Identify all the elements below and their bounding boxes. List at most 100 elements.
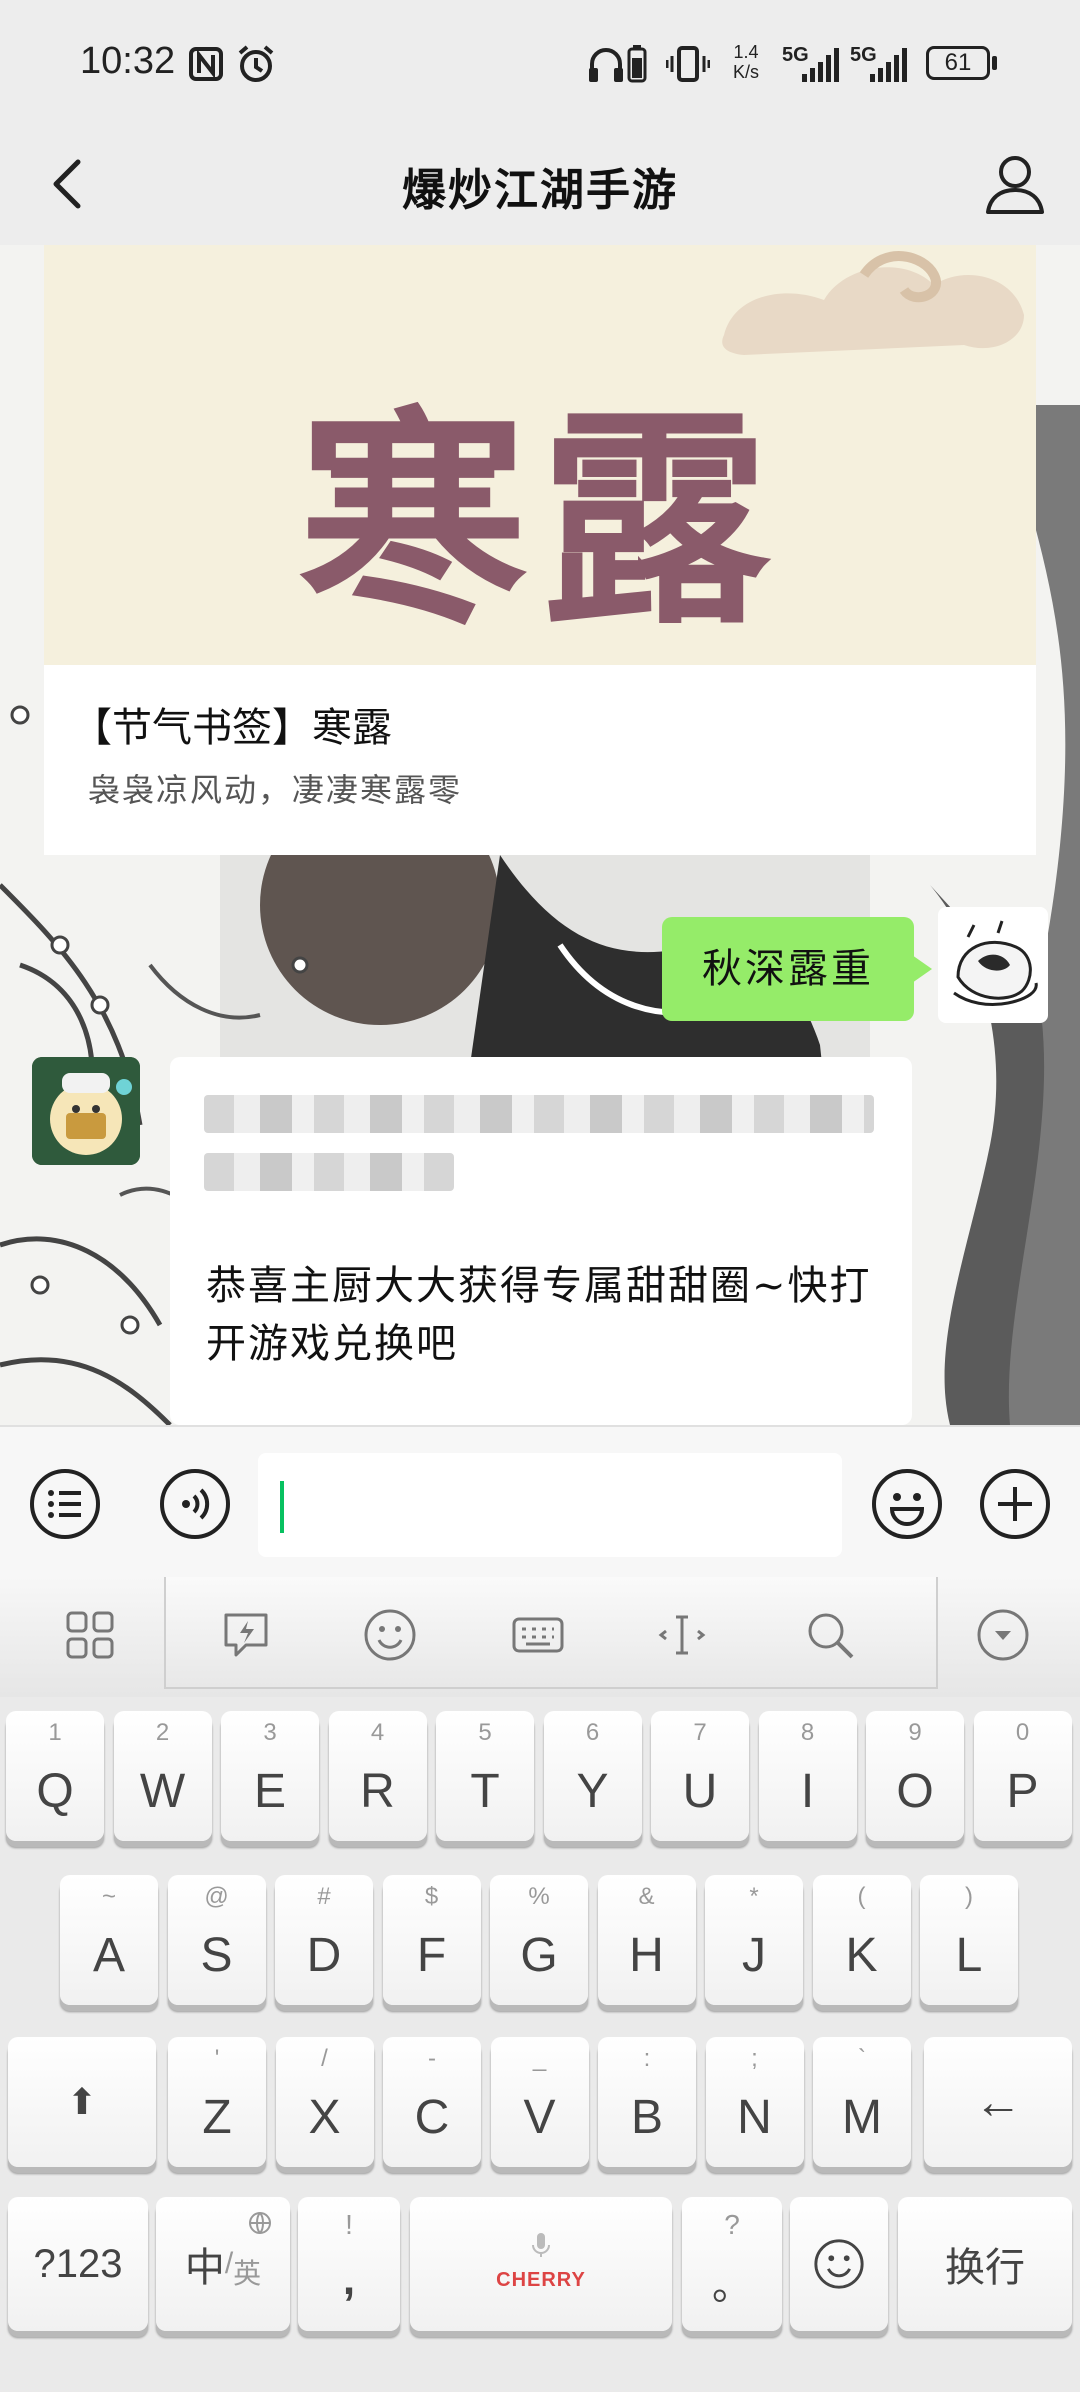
voice-icon[interactable] [158, 1467, 232, 1541]
key-sub-label: 1 [48, 1719, 62, 1746]
keyboard: 1Q2W3E4R5T6Y7U8I9O0P ~ A @ S # D $ F% G & H * J(K) L … [0, 1697, 1080, 2392]
key-e[interactable]: 3E [221, 1711, 319, 1841]
key-t[interactable]: 5T [436, 1711, 534, 1841]
key-sub-label: ` [858, 2045, 866, 2072]
key-h[interactable]: & H [597, 1875, 696, 2005]
bot-message-bubble[interactable]: 恭喜主厨大大获得专属甜甜圈~快打开游戏兑换吧 [170, 1057, 912, 1425]
article-card[interactable]: 寒露 【节气书签】寒露 袅袅凉风动，凄凄寒露零 [44, 245, 1036, 855]
key-y[interactable]: 6Y [543, 1711, 642, 1841]
chef-avatar-illustration [32, 1057, 140, 1165]
signal-1-icon [802, 48, 839, 82]
search-icon[interactable] [802, 1607, 858, 1663]
network-speed-unit: K/s [732, 62, 759, 82]
key-sub-label: 7 [693, 1719, 707, 1746]
language-switch-key[interactable]: 中 / 英 [156, 2197, 290, 2331]
key-s[interactable]: @ S [167, 1875, 266, 2005]
nfc-icon [189, 47, 223, 81]
backspace-key-label: ← [974, 2075, 1022, 2129]
emoji-icon[interactable] [362, 1607, 418, 1663]
key-sub-label: ' [214, 2045, 220, 2072]
key-n[interactable]: ; N [705, 2037, 804, 2167]
key-f[interactable]: $ F [382, 1875, 481, 2005]
apps-grid-icon[interactable] [62, 1607, 118, 1663]
key-main-label: J [742, 1929, 766, 1982]
enter-key[interactable]: 换行 [898, 2197, 1072, 2331]
key-sub-label: @ [204, 1883, 229, 1910]
my-avatar[interactable] [938, 907, 1048, 1023]
key-main-label: L [955, 1929, 983, 1982]
key-a[interactable]: ~ A [60, 1875, 158, 2005]
key-sub-label: : [643, 2045, 651, 2072]
key-sub-label: ) [965, 1883, 973, 1910]
key-main-label: F [416, 1929, 447, 1982]
key-o[interactable]: 9O [866, 1711, 964, 1841]
key-u[interactable]: 7U [651, 1711, 749, 1841]
key-main-label: C [414, 2091, 450, 2144]
key-sub-label: 3 [263, 1719, 277, 1746]
alarm-icon [238, 45, 274, 82]
period-key[interactable]: ? 。 [682, 2197, 782, 2331]
period-key-sub: ? [724, 2209, 740, 2240]
article-banner-text: 寒露 [297, 386, 782, 656]
battery-tip [992, 56, 997, 70]
comma-key[interactable]: ! , [298, 2197, 400, 2331]
key-main-label: U [682, 1765, 718, 1818]
key-sub-label: _ [532, 2045, 547, 2072]
person-icon[interactable] [980, 150, 1050, 220]
key-sub-label: - [428, 2045, 436, 2072]
shift-key[interactable]: ⬆ [8, 2037, 156, 2167]
key-d[interactable]: # D [275, 1875, 373, 2005]
cursor-icon[interactable] [654, 1607, 710, 1663]
plus-icon[interactable] [978, 1467, 1052, 1541]
key-l[interactable]: ) L [920, 1875, 1018, 2005]
key-q[interactable]: 1Q [6, 1711, 104, 1841]
key-c[interactable]: -C [383, 2037, 481, 2167]
message-input[interactable] [258, 1453, 842, 1557]
my-message-bubble[interactable]: 秋深露重 [662, 917, 932, 1021]
space-key-brand: CHERRY [496, 2269, 586, 2291]
key-x[interactable]: / X [275, 2037, 374, 2167]
key-sub-label: 8 [800, 1719, 815, 1746]
headphones-icon [589, 48, 623, 82]
key-m[interactable]: ` M [813, 2037, 911, 2167]
bot-avatar[interactable] [32, 1057, 140, 1165]
enter-key-label: 换行 [945, 2245, 1025, 2291]
backspace-key[interactable]: ← [924, 2037, 1072, 2167]
key-j[interactable]: * J [705, 1875, 803, 2005]
key-p[interactable]: 0P [973, 1711, 1072, 1841]
key-sub-label: ; [751, 2045, 758, 2072]
emoji-key[interactable] [790, 2197, 888, 2331]
key-k[interactable]: (K [812, 1875, 911, 2005]
keyboard-icon[interactable] [510, 1607, 566, 1663]
key-w[interactable]: 2W [113, 1711, 212, 1841]
key-v[interactable]: _ V [490, 2037, 589, 2167]
keyboard-toolbar [0, 1577, 1080, 1697]
space-key[interactable]: CHERRY [410, 2197, 672, 2331]
globe-icon [249, 2212, 271, 2234]
key-sub-label: 0 [1015, 1719, 1030, 1746]
key-r[interactable]: 4R [328, 1711, 427, 1841]
flash-icon[interactable] [218, 1607, 274, 1663]
key-i[interactable]: 8I [758, 1711, 857, 1841]
battery-icon: 61 [926, 46, 990, 80]
key-z[interactable]: ' Z [168, 2037, 266, 2167]
input-bar [0, 1425, 1080, 1579]
key-main-label: A [92, 1929, 125, 1982]
key-b[interactable]: :B [598, 2037, 696, 2167]
key-main-label: S [200, 1929, 233, 1982]
key-sub-label: 4 [370, 1719, 385, 1746]
key-sub-label: ~ [101, 1883, 116, 1910]
key-main-label: P [1006, 1765, 1039, 1818]
key-main-label: Q [36, 1765, 74, 1818]
smiley-icon[interactable] [870, 1467, 944, 1541]
collapse-icon[interactable] [975, 1607, 1031, 1663]
key-g[interactable]: % G [490, 1875, 588, 2005]
key-main-label: Y [576, 1765, 609, 1818]
article-subtitle: 袅袅凉风动，凄凄寒露零 [88, 771, 463, 809]
redacted-text-line [204, 1095, 874, 1133]
key-sub-label: * [749, 1883, 759, 1910]
chat-area[interactable]: 寒露 【节气书签】寒露 袅袅凉风动，凄凄寒露零 秋深露重 恭喜主厨大大获得专属甜… [0, 245, 1080, 1425]
keyboard-toolbar-panel [164, 1577, 938, 1689]
num-symbols-key[interactable]: ?123 [8, 2197, 148, 2331]
list-icon[interactable] [28, 1467, 102, 1541]
